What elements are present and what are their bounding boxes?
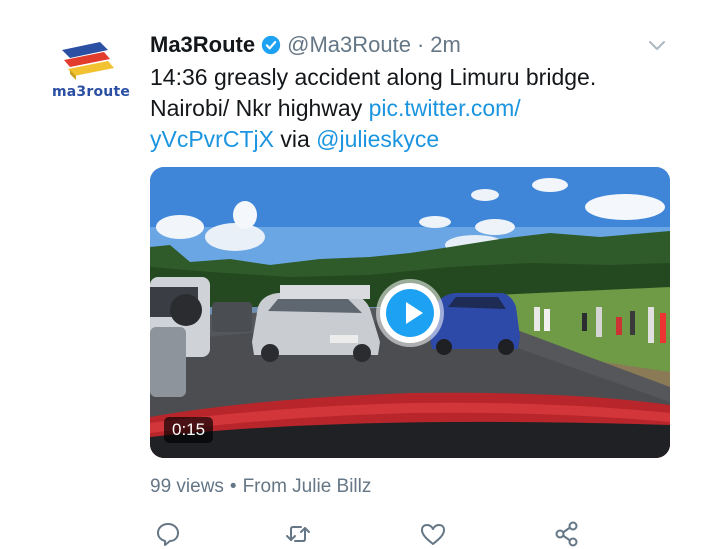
tweet-meta: 99 views • From Julie Billz bbox=[150, 476, 371, 498]
tweet-text-segment: Nairobi/ Nkr highway bbox=[150, 95, 369, 121]
media-link-continued[interactable]: yVcPvrCTjX bbox=[150, 126, 274, 152]
share-icon[interactable] bbox=[553, 520, 581, 548]
tweet-card[interactable]: ma3route Ma3Route @Ma3Route · 2m 14:36 g… bbox=[0, 0, 719, 549]
mention-link[interactable]: @julieskyce bbox=[316, 126, 439, 152]
header-separator: · bbox=[416, 32, 425, 57]
display-name[interactable]: Ma3Route bbox=[150, 32, 255, 58]
timestamp[interactable]: 2m bbox=[430, 32, 461, 58]
video-duration: 0:15 bbox=[164, 417, 214, 443]
view-count: 99 views bbox=[150, 476, 224, 497]
meta-separator: • bbox=[229, 476, 237, 497]
avatar[interactable]: ma3route bbox=[50, 40, 136, 102]
tweet-text-line: Nairobi/ Nkr highway pic.twitter.com/ bbox=[150, 93, 690, 124]
play-button[interactable] bbox=[380, 283, 440, 343]
chevron-down-icon[interactable] bbox=[646, 34, 668, 56]
user-handle[interactable]: @Ma3Route bbox=[287, 32, 411, 58]
tweet-text-line: 14:36 greasly accident along Limuru brid… bbox=[150, 64, 597, 90]
play-triangle bbox=[406, 302, 423, 324]
video-source[interactable]: From Julie Billz bbox=[243, 476, 372, 497]
ma3route-logo-icon bbox=[62, 42, 114, 80]
media-link[interactable]: pic.twitter.com/ bbox=[369, 95, 521, 121]
play-icon bbox=[386, 289, 434, 337]
heart-icon[interactable] bbox=[419, 520, 447, 548]
reply-icon[interactable] bbox=[154, 520, 182, 548]
tweet-text-line: yVcPvrCTjX via @julieskyce bbox=[150, 124, 690, 155]
tweet-header: Ma3Route @Ma3Route · 2m bbox=[150, 30, 461, 60]
via-text: via bbox=[273, 126, 317, 152]
verified-badge-icon bbox=[261, 35, 281, 55]
logo-text: ma3route bbox=[52, 84, 131, 100]
retweet-icon[interactable] bbox=[284, 520, 312, 548]
tweet-text: 14:36 greasly accident along Limuru brid… bbox=[150, 62, 690, 155]
tweet-actions bbox=[150, 520, 590, 548]
video-player[interactable]: 0:15 bbox=[150, 167, 670, 458]
